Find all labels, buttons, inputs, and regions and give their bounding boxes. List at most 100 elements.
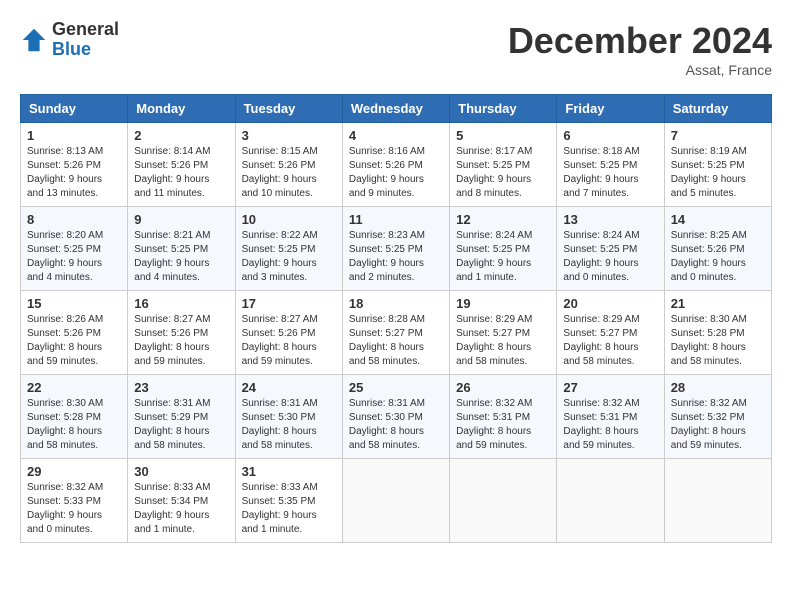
day-number: 19 [456, 296, 550, 311]
calendar-week-row: 15 Sunrise: 8:26 AM Sunset: 5:26 PM Dayl… [21, 291, 772, 375]
day-number: 25 [349, 380, 443, 395]
calendar-day-cell: 8 Sunrise: 8:20 AM Sunset: 5:25 PM Dayli… [21, 207, 128, 291]
day-number: 12 [456, 212, 550, 227]
day-number: 23 [134, 380, 228, 395]
weekday-header: Monday [128, 95, 235, 123]
day-number: 20 [563, 296, 657, 311]
day-number: 13 [563, 212, 657, 227]
day-info: Sunrise: 8:30 AM Sunset: 5:28 PM Dayligh… [27, 397, 121, 453]
calendar-week-row: 29 Sunrise: 8:32 AM Sunset: 5:33 PM Dayl… [21, 459, 772, 543]
calendar-day-cell: 5 Sunrise: 8:17 AM Sunset: 5:25 PM Dayli… [450, 123, 557, 207]
day-info: Sunrise: 8:18 AM Sunset: 5:25 PM Dayligh… [563, 145, 657, 201]
day-info: Sunrise: 8:25 AM Sunset: 5:26 PM Dayligh… [671, 229, 765, 285]
calendar-day-cell: 19 Sunrise: 8:29 AM Sunset: 5:27 PM Dayl… [450, 291, 557, 375]
calendar-day-cell: 9 Sunrise: 8:21 AM Sunset: 5:25 PM Dayli… [128, 207, 235, 291]
location: Assat, France [508, 62, 772, 78]
day-info: Sunrise: 8:21 AM Sunset: 5:25 PM Dayligh… [134, 229, 228, 285]
calendar-day-cell: 28 Sunrise: 8:32 AM Sunset: 5:32 PM Dayl… [664, 375, 771, 459]
calendar-day-cell: 12 Sunrise: 8:24 AM Sunset: 5:25 PM Dayl… [450, 207, 557, 291]
calendar-table: SundayMondayTuesdayWednesdayThursdayFrid… [20, 94, 772, 543]
calendar-day-cell: 6 Sunrise: 8:18 AM Sunset: 5:25 PM Dayli… [557, 123, 664, 207]
day-number: 6 [563, 128, 657, 143]
logo-general: General [52, 20, 119, 40]
calendar-day-cell: 10 Sunrise: 8:22 AM Sunset: 5:25 PM Dayl… [235, 207, 342, 291]
day-number: 14 [671, 212, 765, 227]
day-info: Sunrise: 8:31 AM Sunset: 5:30 PM Dayligh… [349, 397, 443, 453]
calendar-day-cell: 2 Sunrise: 8:14 AM Sunset: 5:26 PM Dayli… [128, 123, 235, 207]
calendar-day-cell: 23 Sunrise: 8:31 AM Sunset: 5:29 PM Dayl… [128, 375, 235, 459]
day-info: Sunrise: 8:30 AM Sunset: 5:28 PM Dayligh… [671, 313, 765, 369]
calendar-day-cell: 17 Sunrise: 8:27 AM Sunset: 5:26 PM Dayl… [235, 291, 342, 375]
calendar-day-cell [450, 459, 557, 543]
logo-text: General Blue [52, 20, 119, 60]
calendar-day-cell: 4 Sunrise: 8:16 AM Sunset: 5:26 PM Dayli… [342, 123, 449, 207]
calendar-header-row: SundayMondayTuesdayWednesdayThursdayFrid… [21, 95, 772, 123]
day-number: 11 [349, 212, 443, 227]
calendar-day-cell [664, 459, 771, 543]
day-number: 24 [242, 380, 336, 395]
calendar-day-cell: 26 Sunrise: 8:32 AM Sunset: 5:31 PM Dayl… [450, 375, 557, 459]
day-info: Sunrise: 8:32 AM Sunset: 5:31 PM Dayligh… [563, 397, 657, 453]
day-info: Sunrise: 8:31 AM Sunset: 5:29 PM Dayligh… [134, 397, 228, 453]
weekday-header: Sunday [21, 95, 128, 123]
day-info: Sunrise: 8:15 AM Sunset: 5:26 PM Dayligh… [242, 145, 336, 201]
calendar-day-cell: 3 Sunrise: 8:15 AM Sunset: 5:26 PM Dayli… [235, 123, 342, 207]
day-number: 27 [563, 380, 657, 395]
day-info: Sunrise: 8:26 AM Sunset: 5:26 PM Dayligh… [27, 313, 121, 369]
calendar-day-cell: 21 Sunrise: 8:30 AM Sunset: 5:28 PM Dayl… [664, 291, 771, 375]
logo-blue: Blue [52, 40, 119, 60]
calendar-day-cell: 1 Sunrise: 8:13 AM Sunset: 5:26 PM Dayli… [21, 123, 128, 207]
month-title: December 2024 [508, 20, 772, 62]
day-number: 10 [242, 212, 336, 227]
day-info: Sunrise: 8:27 AM Sunset: 5:26 PM Dayligh… [134, 313, 228, 369]
calendar-day-cell: 15 Sunrise: 8:26 AM Sunset: 5:26 PM Dayl… [21, 291, 128, 375]
calendar-week-row: 22 Sunrise: 8:30 AM Sunset: 5:28 PM Dayl… [21, 375, 772, 459]
calendar-day-cell [557, 459, 664, 543]
day-info: Sunrise: 8:32 AM Sunset: 5:32 PM Dayligh… [671, 397, 765, 453]
day-number: 4 [349, 128, 443, 143]
logo: General Blue [20, 20, 119, 60]
calendar-day-cell: 7 Sunrise: 8:19 AM Sunset: 5:25 PM Dayli… [664, 123, 771, 207]
day-info: Sunrise: 8:24 AM Sunset: 5:25 PM Dayligh… [563, 229, 657, 285]
weekday-header: Wednesday [342, 95, 449, 123]
calendar-day-cell: 13 Sunrise: 8:24 AM Sunset: 5:25 PM Dayl… [557, 207, 664, 291]
day-info: Sunrise: 8:24 AM Sunset: 5:25 PM Dayligh… [456, 229, 550, 285]
day-number: 21 [671, 296, 765, 311]
day-info: Sunrise: 8:27 AM Sunset: 5:26 PM Dayligh… [242, 313, 336, 369]
day-number: 26 [456, 380, 550, 395]
day-info: Sunrise: 8:33 AM Sunset: 5:34 PM Dayligh… [134, 481, 228, 537]
day-number: 15 [27, 296, 121, 311]
day-number: 17 [242, 296, 336, 311]
day-number: 2 [134, 128, 228, 143]
weekday-header: Saturday [664, 95, 771, 123]
calendar-day-cell [342, 459, 449, 543]
day-info: Sunrise: 8:32 AM Sunset: 5:31 PM Dayligh… [456, 397, 550, 453]
day-number: 7 [671, 128, 765, 143]
calendar-day-cell: 18 Sunrise: 8:28 AM Sunset: 5:27 PM Dayl… [342, 291, 449, 375]
calendar-day-cell: 29 Sunrise: 8:32 AM Sunset: 5:33 PM Dayl… [21, 459, 128, 543]
weekday-header: Thursday [450, 95, 557, 123]
day-info: Sunrise: 8:29 AM Sunset: 5:27 PM Dayligh… [456, 313, 550, 369]
calendar-day-cell: 27 Sunrise: 8:32 AM Sunset: 5:31 PM Dayl… [557, 375, 664, 459]
day-info: Sunrise: 8:32 AM Sunset: 5:33 PM Dayligh… [27, 481, 121, 537]
day-number: 29 [27, 464, 121, 479]
calendar-day-cell: 20 Sunrise: 8:29 AM Sunset: 5:27 PM Dayl… [557, 291, 664, 375]
day-number: 16 [134, 296, 228, 311]
day-number: 9 [134, 212, 228, 227]
calendar-day-cell: 30 Sunrise: 8:33 AM Sunset: 5:34 PM Dayl… [128, 459, 235, 543]
page-header: General Blue December 2024 Assat, France [20, 20, 772, 78]
calendar-day-cell: 14 Sunrise: 8:25 AM Sunset: 5:26 PM Dayl… [664, 207, 771, 291]
day-number: 8 [27, 212, 121, 227]
day-number: 3 [242, 128, 336, 143]
logo-icon [20, 26, 48, 54]
day-number: 22 [27, 380, 121, 395]
title-area: December 2024 Assat, France [508, 20, 772, 78]
day-number: 5 [456, 128, 550, 143]
calendar-day-cell: 16 Sunrise: 8:27 AM Sunset: 5:26 PM Dayl… [128, 291, 235, 375]
calendar-day-cell: 25 Sunrise: 8:31 AM Sunset: 5:30 PM Dayl… [342, 375, 449, 459]
calendar-day-cell: 24 Sunrise: 8:31 AM Sunset: 5:30 PM Dayl… [235, 375, 342, 459]
day-info: Sunrise: 8:29 AM Sunset: 5:27 PM Dayligh… [563, 313, 657, 369]
day-info: Sunrise: 8:17 AM Sunset: 5:25 PM Dayligh… [456, 145, 550, 201]
calendar-week-row: 8 Sunrise: 8:20 AM Sunset: 5:25 PM Dayli… [21, 207, 772, 291]
day-info: Sunrise: 8:14 AM Sunset: 5:26 PM Dayligh… [134, 145, 228, 201]
